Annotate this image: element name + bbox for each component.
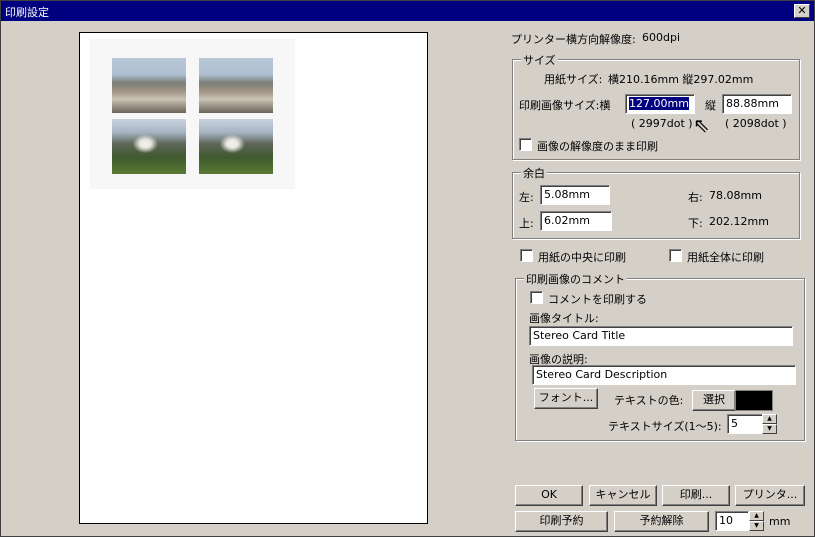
image-desc-input[interactable]: Stereo Card Description — [532, 365, 796, 385]
preview-image-area — [90, 39, 295, 189]
close-icon[interactable]: ✕ — [794, 4, 810, 18]
text-color-swatch — [735, 390, 773, 411]
cancel-reserve-button[interactable]: 予約解除 — [614, 511, 709, 532]
center-print-label: 用紙の中央に印刷 — [538, 251, 626, 264]
title-bar[interactable]: 印刷設定 ✕ — [1, 1, 814, 21]
comment-group-title: 印刷画像のコメント — [524, 271, 627, 287]
spacing-spinner[interactable]: ▲ ▼ — [749, 511, 764, 531]
margin-bottom-label: 下: — [688, 217, 703, 230]
margin-right-value: 78.08mm — [709, 189, 762, 202]
preview-image-right-top — [199, 58, 273, 113]
text-size-spinner[interactable]: ▲ ▼ — [762, 414, 777, 434]
paper-size-label: 用紙サイズ: — [544, 73, 603, 86]
text-color-label: テキストの色: — [614, 394, 684, 407]
fit-print-label: 用紙全体に印刷 — [687, 251, 764, 264]
margin-group: 余白 左: 5.08mm 右: 78.08mm 上: 6.02mm 下: 202… — [512, 165, 800, 239]
margin-group-title: 余白 — [521, 165, 547, 181]
text-size-input[interactable]: 5 — [727, 414, 763, 434]
size-group: サイズ 用紙サイズ: 横210.16mm 縦297.02mm 印刷画像サイズ:横… — [512, 52, 800, 160]
spin-down-icon[interactable]: ▼ — [762, 424, 777, 434]
spin-up-icon[interactable]: ▲ — [762, 414, 777, 424]
comment-group: 印刷画像のコメント コメントを印刷する 画像タイトル: Stereo Card … — [515, 271, 805, 441]
image-height-input[interactable]: 88.88mm — [722, 94, 792, 114]
arrow-cursor-icon: ⇖ — [693, 113, 710, 137]
margin-top-input[interactable]: 6.02mm — [540, 211, 612, 231]
printer-button[interactable]: プリンタ... — [735, 485, 805, 506]
margin-bottom-value: 202.12mm — [709, 215, 769, 228]
print-settings-window: 印刷設定 ✕ プリンター横方向解像度: 600dpi サイズ 用紙サイズ: 横2… — [0, 0, 815, 537]
preview-image-left-top — [112, 58, 186, 113]
preview-image-right-bottom — [199, 119, 273, 174]
image-title-label: 画像タイトル: — [529, 312, 599, 325]
resolution-value: 600dpi — [642, 31, 681, 44]
margin-left-label: 左: — [519, 191, 534, 204]
keep-resolution-checkbox[interactable] — [519, 138, 532, 151]
center-print-checkbox[interactable] — [520, 249, 533, 262]
margin-top-label: 上: — [519, 217, 534, 230]
image-height-label: 縦 — [705, 99, 716, 112]
image-title-input[interactable]: Stereo Card Title — [529, 326, 793, 346]
text-size-label: テキストサイズ(1〜5): — [608, 420, 722, 433]
ok-button[interactable]: OK — [515, 485, 583, 506]
height-dots: ( 2098dot ) — [725, 117, 787, 130]
font-button[interactable]: フォント... — [534, 388, 598, 409]
keep-resolution-label: 画像の解像度のまま印刷 — [537, 140, 658, 153]
spacing-unit: mm — [769, 515, 791, 528]
reserve-print-button[interactable]: 印刷予約 — [515, 511, 608, 532]
spacing-up-icon[interactable]: ▲ — [749, 511, 764, 521]
image-width-input[interactable]: 127.00mm — [625, 94, 695, 114]
image-size-label: 印刷画像サイズ:横 — [519, 99, 611, 112]
print-comment-checkbox[interactable] — [530, 291, 543, 304]
spacing-down-icon[interactable]: ▼ — [749, 521, 764, 531]
print-button[interactable]: 印刷... — [662, 485, 730, 506]
paper-size-value: 横210.16mm 縦297.02mm — [608, 73, 754, 86]
window-title: 印刷設定 — [5, 6, 49, 19]
fit-print-checkbox[interactable] — [669, 249, 682, 262]
resolution-label: プリンター横方向解像度: — [511, 33, 636, 46]
cancel-button[interactable]: キャンセル — [589, 485, 657, 506]
width-dots: ( 2997dot ) — [631, 117, 693, 130]
margin-left-input[interactable]: 5.08mm — [540, 185, 610, 205]
print-preview — [79, 32, 428, 524]
preview-image-left-bottom — [112, 119, 186, 174]
size-group-title: サイズ — [521, 52, 558, 68]
select-color-button[interactable]: 選択 — [692, 390, 736, 411]
print-comment-label: コメントを印刷する — [548, 293, 647, 306]
margin-right-label: 右: — [688, 191, 703, 204]
spacing-input[interactable]: 10 — [715, 511, 749, 531]
